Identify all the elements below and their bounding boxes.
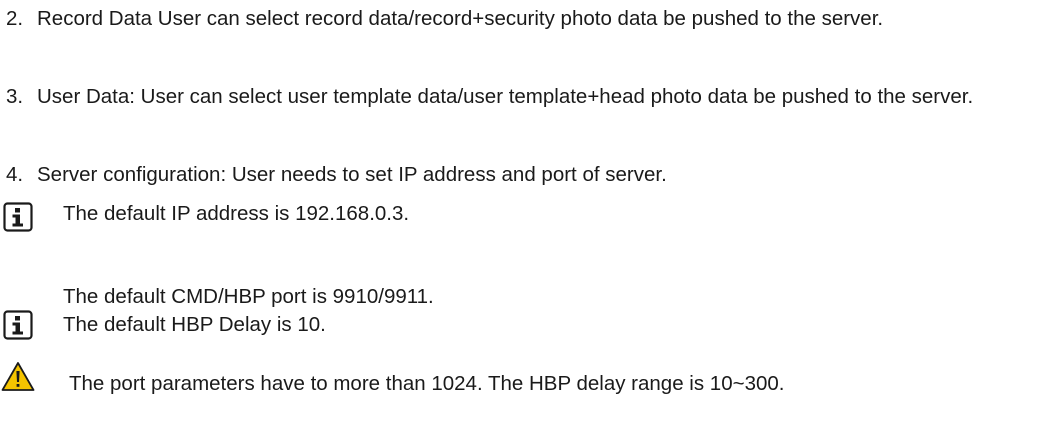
list-text: Record Data User can select record data/… bbox=[37, 7, 884, 30]
list-item-2: 2. Record Data User can select record dat… bbox=[6, 2, 1050, 36]
warning-icon bbox=[1, 362, 35, 391]
note-default-port: The default CMD/HBP port is 9910/9911. bbox=[63, 285, 434, 308]
list-item-3: 3. User Data: User can select user templa… bbox=[6, 80, 1050, 114]
info-icon bbox=[3, 310, 33, 340]
list-number: 2. bbox=[6, 7, 24, 30]
note-default-delay: The default HBP Delay is 10. bbox=[63, 313, 326, 336]
list-number: 4. bbox=[6, 163, 24, 186]
note-default-ip: The default IP address is 192.168.0.3. bbox=[63, 202, 410, 225]
list-number: 3. bbox=[6, 85, 24, 108]
list-text: User Data: User can select user template… bbox=[37, 85, 974, 108]
warning-text: The port parameters have to more than 10… bbox=[69, 372, 785, 395]
info-icon bbox=[3, 202, 33, 232]
list-item-4: 4. Server configuration: User needs to se… bbox=[6, 158, 1050, 192]
list-text: Server configuration: User needs to set … bbox=[37, 163, 667, 186]
